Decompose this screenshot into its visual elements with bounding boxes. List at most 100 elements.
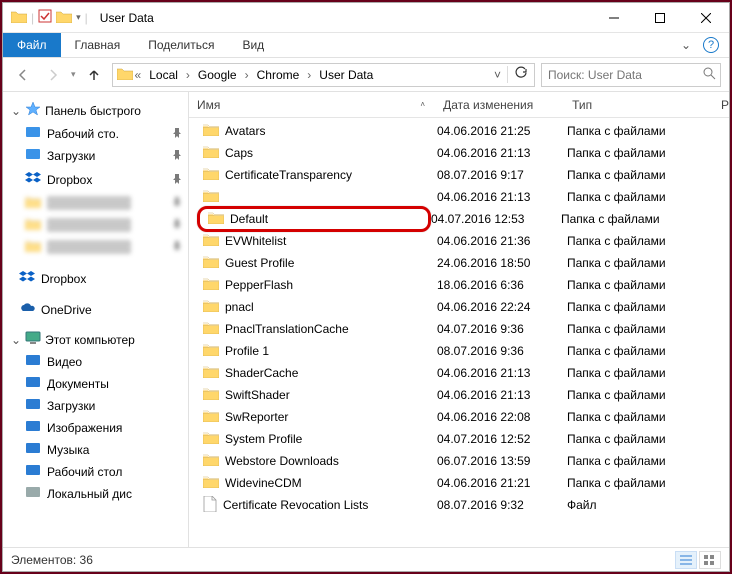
nav-pc-item[interactable]: Рабочий стол (3, 461, 188, 483)
chevron-right-icon[interactable]: « (133, 68, 144, 82)
file-row[interactable]: SwReporter04.06.2016 22:08Папка с файлам… (189, 406, 729, 428)
up-button[interactable] (82, 63, 106, 87)
tab-view[interactable]: Вид (228, 33, 278, 57)
file-row[interactable]: Certificate Revocation Lists08.07.2016 9… (189, 494, 729, 516)
column-extra[interactable]: Р (713, 98, 729, 112)
collapse-icon[interactable]: ⌄ (11, 333, 21, 347)
nav-quickitem-blurred[interactable]: ——————— (3, 236, 188, 258)
file-row[interactable]: Webstore Downloads06.07.2016 13:59Папка … (189, 450, 729, 472)
nav-pc-item[interactable]: Локальный дис (3, 483, 188, 505)
file-type: Папка с файлами (567, 432, 717, 446)
file-date: 04.06.2016 21:36 (437, 234, 567, 248)
help-icon[interactable]: ? (703, 37, 719, 53)
folder-icon (203, 123, 219, 139)
crumb-3[interactable]: User Data (313, 64, 379, 86)
file-row[interactable]: pnacl04.06.2016 22:24Папка с файлами (189, 296, 729, 318)
file-name: pnacl (225, 300, 254, 314)
file-name: Default (230, 212, 268, 226)
chevron-right-icon[interactable]: › (305, 68, 313, 82)
file-row[interactable]: Caps04.06.2016 21:13Папка с файлами (189, 142, 729, 164)
collapse-icon[interactable]: ⌄ (11, 104, 21, 118)
onedrive-icon (19, 302, 35, 317)
nav-quickitem[interactable]: Рабочий сто. (3, 123, 188, 145)
column-date[interactable]: Дата изменения (435, 98, 564, 112)
chevron-right-icon[interactable]: › (184, 68, 192, 82)
close-button[interactable] (683, 3, 729, 33)
file-name: ShaderCache (225, 366, 298, 380)
nav-quickitem-blurred[interactable]: ——————— (3, 192, 188, 214)
nav-pc-item[interactable]: Музыка (3, 439, 188, 461)
maximize-button[interactable] (637, 3, 683, 33)
file-row[interactable]: WidevineCDM04.06.2016 21:21Папка с файла… (189, 472, 729, 494)
file-name: Guest Profile (225, 256, 294, 270)
file-type: Папка с файлами (567, 410, 717, 424)
view-details-button[interactable] (675, 551, 697, 569)
qat-checkbox-icon[interactable] (38, 9, 52, 26)
refresh-icon[interactable] (507, 66, 534, 83)
pin-icon (172, 240, 182, 254)
search-icon[interactable] (703, 67, 716, 83)
nav-item-icon (25, 398, 41, 414)
minimize-button[interactable] (591, 3, 637, 33)
file-row[interactable]: System Profile04.07.2016 12:52Папка с фа… (189, 428, 729, 450)
file-list[interactable]: Avatars04.06.2016 21:25Папка с файламиCa… (189, 118, 729, 547)
file-row[interactable]: EVWhitelist04.06.2016 21:36Папка с файла… (189, 230, 729, 252)
tab-file[interactable]: Файл (3, 33, 61, 57)
tab-home[interactable]: Главная (61, 33, 135, 57)
qat-dropdown-icon[interactable]: ▾ (76, 12, 81, 23)
file-row[interactable]: CertificateTransparency08.07.2016 9:17Па… (189, 164, 729, 186)
crumb-1[interactable]: Google (192, 64, 243, 86)
nav-this-pc[interactable]: ⌄ Этот компьютер (3, 328, 188, 351)
nav-pc-item[interactable]: Изображения (3, 417, 188, 439)
nav-dropbox[interactable]: Dropbox (3, 266, 188, 291)
nav-item-icon (25, 354, 41, 370)
ribbon-expand-icon[interactable]: ⌄ (681, 38, 691, 52)
file-row[interactable]: Crashpad04.06.2016 21:13Папка с файлами (189, 186, 729, 208)
file-row[interactable]: Avatars04.06.2016 21:25Папка с файлами (189, 120, 729, 142)
chevron-right-icon[interactable]: › (243, 68, 251, 82)
file-name: System Profile (225, 432, 302, 446)
file-row[interactable]: Default04.07.2016 12:53Папка с файлами (189, 208, 729, 230)
search-box[interactable] (541, 63, 721, 87)
file-date: 04.06.2016 22:24 (437, 300, 567, 314)
file-row[interactable]: PnaclTranslationCache04.07.2016 9:36Папк… (189, 318, 729, 340)
nav-quickitem-blurred[interactable]: ——————— (3, 214, 188, 236)
nav-label: Dropbox (41, 272, 86, 286)
file-row[interactable]: Profile 108.07.2016 9:36Папка с файлами (189, 340, 729, 362)
file-date: 04.06.2016 21:13 (437, 146, 567, 160)
nav-item-icon (25, 148, 41, 164)
file-type: Папка с файлами (567, 146, 717, 160)
nav-quickitem[interactable]: Загрузки (3, 145, 188, 167)
search-input[interactable] (548, 68, 703, 82)
address-dropdown-icon[interactable]: ˅ (488, 68, 507, 82)
history-dropdown-icon[interactable]: ▾ (71, 69, 76, 80)
breadcrumb[interactable]: « Local › Google › Chrome › User Data ˅ (112, 63, 535, 87)
nav-pc-item[interactable]: Документы (3, 373, 188, 395)
nav-quick-access[interactable]: ⌄ Панель быстрого (3, 98, 188, 123)
column-type[interactable]: Тип (564, 98, 713, 112)
nav-item-label: Рабочий сто. (47, 127, 119, 141)
back-button[interactable] (11, 63, 35, 87)
crumb-0[interactable]: Local (143, 64, 184, 86)
folder-icon (203, 277, 219, 293)
nav-quickitem[interactable]: Dropbox (3, 167, 188, 192)
tab-share[interactable]: Поделиться (134, 33, 228, 57)
column-name[interactable]: Имя ˄ (189, 98, 435, 112)
qat-folder-icon[interactable] (56, 10, 72, 26)
folder-icon (203, 343, 219, 359)
file-date: 04.06.2016 21:21 (437, 476, 567, 490)
pin-icon (172, 127, 182, 141)
view-icons-button[interactable] (699, 551, 721, 569)
file-row[interactable]: ShaderCache04.06.2016 21:13Папка с файла… (189, 362, 729, 384)
file-row[interactable]: SwiftShader04.06.2016 21:13Папка с файла… (189, 384, 729, 406)
nav-pc-item[interactable]: Видео (3, 351, 188, 373)
file-row[interactable]: PepperFlash18.06.2016 6:36Папка с файлам… (189, 274, 729, 296)
nav-onedrive[interactable]: OneDrive (3, 299, 188, 320)
nav-pc-item[interactable]: Загрузки (3, 395, 188, 417)
forward-button[interactable] (41, 63, 65, 87)
file-type: Папка с файлами (561, 212, 711, 226)
crumb-2[interactable]: Chrome (251, 64, 306, 86)
folder-icon (203, 299, 219, 315)
pin-icon (172, 196, 182, 210)
file-row[interactable]: Guest Profile24.06.2016 18:50Папка с фай… (189, 252, 729, 274)
